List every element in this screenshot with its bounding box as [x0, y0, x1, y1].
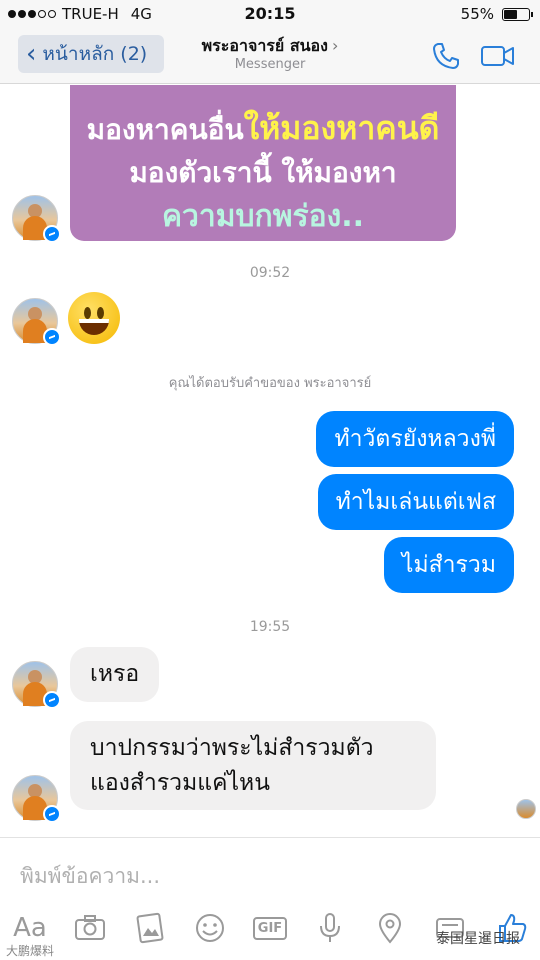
location-icon[interactable] [372, 910, 408, 946]
image-card-line3: ความบกพร่อง.. [161, 199, 365, 234]
avatar[interactable] [12, 298, 61, 346]
image-message[interactable]: มองหาคนอื่นให้มองหาคนดี มองตัวเรานี้ ให้… [70, 85, 456, 241]
messenger-badge-icon [43, 805, 61, 823]
nav-bar: ‹ หน้าหลัก (2) พระอาจารย์ สนอง › Messenge… [0, 28, 540, 84]
chevron-right-icon: › [331, 36, 339, 55]
gif-label: GIF [252, 916, 288, 940]
gif-icon[interactable]: GIF [252, 910, 288, 946]
incoming-message[interactable]: เหรอ [70, 647, 160, 702]
chevron-left-icon: ‹ [26, 39, 37, 69]
system-note: คุณได้ตอบรับคำขอของ พระอาจารย์ [168, 376, 372, 391]
messenger-badge-icon [43, 691, 61, 709]
image-card-line1-highlight: ให้มองหาคนดี [243, 109, 440, 147]
incoming-message[interactable]: บาปกรรมว่าพระไม่สำรวมตัว แองสำรวมแค่ไหน [70, 721, 436, 810]
message-input[interactable]: พิมพ์ข้อความ... [20, 860, 160, 893]
outgoing-message[interactable]: ไม่สำรวม [383, 537, 514, 593]
aa-icon[interactable]: Aa [10, 910, 50, 946]
outgoing-message[interactable]: ทำไมเล่นแต่เฟส [317, 474, 514, 530]
avatar[interactable] [12, 195, 61, 243]
conversation-subtitle: Messenger [234, 57, 306, 72]
status-bar: TRUE-H 4G 20:15 55% [0, 0, 540, 28]
conversation-title[interactable]: พระอาจารย์ สนอง › [170, 34, 370, 59]
conversation-thread[interactable]: มองหาคนอื่นให้มองหาคนดี มองตัวเรานี้ ให้… [0, 85, 540, 837]
avatar[interactable] [12, 661, 61, 709]
image-card-line1-plain: มองหาคนอื่น [86, 113, 244, 146]
image-card-line2: มองตัวเรานี้ ให้มองหา [129, 156, 397, 189]
seen-indicator-avatar [516, 799, 536, 819]
grinning-emoji-icon[interactable] [68, 292, 120, 344]
back-button[interactable]: ‹ หน้าหลัก (2) [18, 35, 164, 73]
watermark-right: 泰国星暹日报 [436, 931, 520, 947]
status-right: 55% [460, 5, 533, 23]
phone-icon[interactable] [430, 40, 462, 72]
timestamp: 09:52 [249, 265, 291, 281]
video-call-icon[interactable] [480, 40, 516, 72]
avatar[interactable] [12, 775, 61, 823]
messenger-badge-icon [43, 225, 61, 243]
contact-name: พระอาจารย์ สนอง [201, 36, 328, 55]
outgoing-message[interactable]: ทำวัตรยังหลวงพี่ [316, 411, 514, 467]
microphone-icon[interactable] [312, 910, 348, 946]
composer: พิมพ์ข้อความ... Aa GIF 大鹏爆料 泰国星暹日报 [0, 837, 540, 960]
battery-percent: 55% [460, 5, 494, 23]
status-time: 20:15 [244, 4, 296, 23]
battery-fill [504, 9, 517, 19]
battery-icon [502, 7, 533, 21]
image-card-line1: มองหาคนอื่นให้มองหาคนดี [70, 103, 456, 154]
timestamp: 19:55 [249, 619, 291, 635]
camera-icon[interactable] [72, 910, 108, 946]
sticker-icon[interactable] [192, 910, 228, 946]
gallery-icon[interactable] [132, 910, 168, 946]
watermark-left: 大鹏爆料 [6, 944, 55, 958]
messenger-badge-icon [43, 328, 61, 346]
back-label: หน้าหลัก (2) [42, 43, 148, 65]
